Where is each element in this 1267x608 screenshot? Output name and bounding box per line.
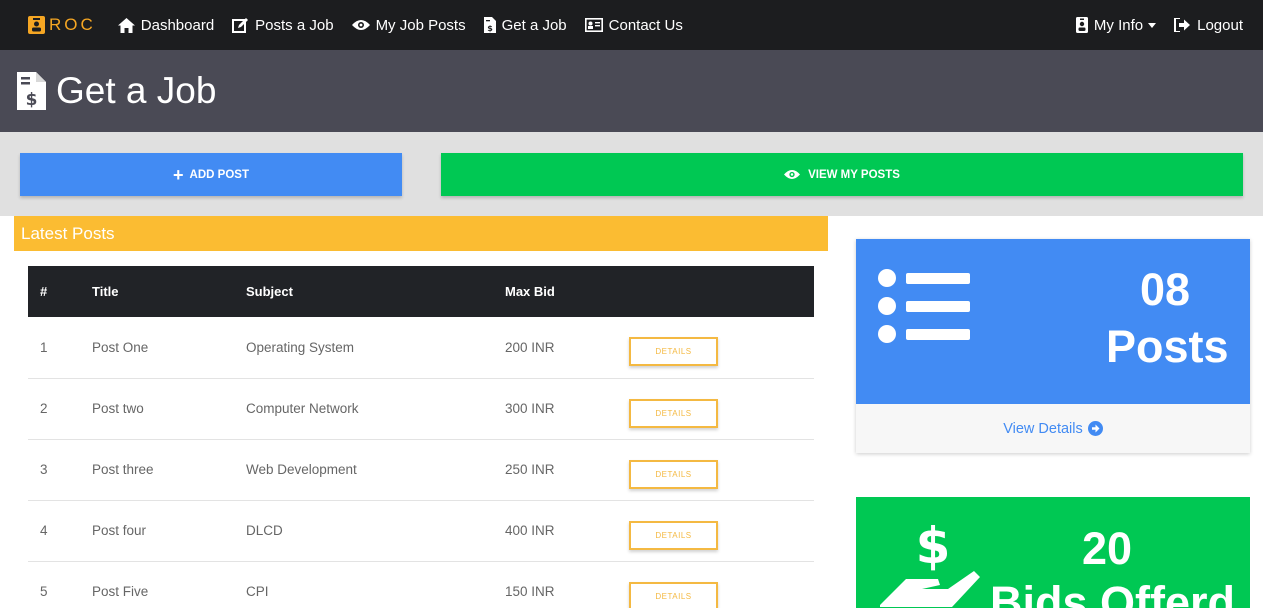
table-header-row: # Title Subject Max Bid xyxy=(28,266,814,317)
row-subject: Computer Network xyxy=(246,378,505,440)
row-number: 2 xyxy=(28,378,92,440)
row-max-bid: 400 INR xyxy=(505,500,629,562)
eye-icon xyxy=(784,170,801,179)
details-button[interactable]: DETAILS xyxy=(629,398,718,428)
posts-stat-card: 08 Posts View Details xyxy=(856,239,1250,453)
table-row: 5 Post Five CPI 150 INR DETAILS xyxy=(28,561,814,608)
column-header-subject: Subject xyxy=(246,284,293,299)
table-row: 4 Post four DLCD 400 INR DETAILS xyxy=(28,500,814,562)
table-row: 2 Post two Computer Network 300 INR DETA… xyxy=(28,378,814,440)
row-actions: DETAILS xyxy=(629,500,814,562)
nav-logout[interactable]: Logout xyxy=(1174,17,1243,34)
nav-my-job-posts-label: My Job Posts xyxy=(375,16,466,34)
caret-down-icon xyxy=(1148,22,1157,28)
row-actions: DETAILS xyxy=(629,378,814,440)
row-number: 5 xyxy=(28,561,92,608)
posts-count: 08 xyxy=(1140,264,1191,315)
bids-stat-card: $ 20 Bids Offerd xyxy=(856,497,1250,608)
row-subject: DLCD xyxy=(246,500,505,562)
nav-posts-a-job-label: Posts a Job xyxy=(255,16,334,34)
table-row: 1 Post One Operating System 200 INR DETA… xyxy=(28,317,814,379)
details-button[interactable]: DETAILS xyxy=(629,459,718,489)
row-title: Post One xyxy=(92,317,246,379)
row-title: Post Five xyxy=(92,561,246,608)
view-details-link[interactable]: View Details xyxy=(856,404,1250,453)
nav-contact-us[interactable]: Contact Us xyxy=(584,16,683,34)
row-subject: Operating System xyxy=(246,317,505,379)
add-post-button[interactable]: + ADD POST xyxy=(20,153,402,196)
nav-my-job-posts[interactable]: My Job Posts xyxy=(351,16,466,34)
address-card-icon xyxy=(584,18,603,32)
bids-label: Bids Offerd xyxy=(990,577,1236,608)
latest-posts-title: Latest Posts xyxy=(21,223,115,243)
column-header-title: Title xyxy=(92,284,119,299)
action-band: + ADD POST VIEW MY POSTS xyxy=(0,132,1263,216)
column-header-number: # xyxy=(40,284,48,299)
row-subject: CPI xyxy=(246,561,505,608)
posts-label: Posts xyxy=(1106,321,1229,372)
nav-contact-us-label: Contact Us xyxy=(608,16,683,34)
row-max-bid: 250 INR xyxy=(505,439,629,501)
brand-logo[interactable]: ROC xyxy=(28,15,96,35)
bids-count: 20 xyxy=(1082,523,1133,574)
table-row: 3 Post three Web Development 250 INR DET… xyxy=(28,439,814,501)
row-number: 3 xyxy=(28,439,92,501)
sign-out-icon xyxy=(1174,18,1191,32)
nav-get-a-job-label: Get a Job xyxy=(501,16,567,34)
row-title: Post two xyxy=(92,378,246,440)
details-button[interactable]: DETAILS xyxy=(629,581,718,608)
eye-icon xyxy=(351,20,370,30)
latest-posts-header: Latest Posts xyxy=(14,216,828,251)
row-number: 1 xyxy=(28,317,92,379)
file-invoice-dollar-icon: $ xyxy=(483,17,496,33)
row-title: Post three xyxy=(92,439,246,501)
brand-name: ROC xyxy=(49,15,96,34)
details-button[interactable]: DETAILS xyxy=(629,337,718,367)
column-header-actions xyxy=(629,266,814,317)
nav-dashboard[interactable]: Dashboard xyxy=(117,16,215,34)
svg-text:$: $ xyxy=(916,517,951,575)
hand-holding-usd-icon: $ xyxy=(880,517,980,607)
view-my-posts-button[interactable]: VIEW MY POSTS xyxy=(441,153,1243,196)
top-navbar: ROC Dashboard Posts a Job My Job Posts $… xyxy=(0,0,1263,50)
posts-stat-panel: 08 Posts xyxy=(856,239,1250,404)
details-button[interactable]: DETAILS xyxy=(629,520,718,550)
column-header-max-bid: Max Bid xyxy=(505,284,555,299)
page-title: Get a Job xyxy=(56,70,217,111)
svg-text:$: $ xyxy=(487,24,493,33)
view-my-posts-label: VIEW MY POSTS xyxy=(808,168,900,181)
nav-posts-a-job[interactable]: Posts a Job xyxy=(232,16,334,34)
view-details-label: View Details xyxy=(1003,420,1083,437)
arrow-circle-right-icon xyxy=(1087,421,1103,436)
posts-table: # Title Subject Max Bid 1 Post One Opera… xyxy=(28,266,814,608)
id-badge-icon xyxy=(28,16,45,34)
add-post-label: ADD POST xyxy=(189,168,249,181)
page-header: $ Get a Job xyxy=(0,50,1263,132)
row-subject: Web Development xyxy=(246,439,505,501)
row-title: Post four xyxy=(92,500,246,562)
nav-get-a-job[interactable]: $ Get a Job xyxy=(483,16,567,34)
row-actions: DETAILS xyxy=(629,561,814,608)
row-max-bid: 300 INR xyxy=(505,378,629,440)
home-icon xyxy=(117,17,135,33)
row-number: 4 xyxy=(28,500,92,562)
file-invoice-dollar-icon: $ xyxy=(17,72,46,110)
svg-text:$: $ xyxy=(26,90,38,110)
nav-my-info-dropdown[interactable]: My Info xyxy=(1075,16,1157,34)
row-max-bid: 150 INR xyxy=(505,561,629,608)
nav-my-info-label: My Info xyxy=(1093,16,1144,34)
row-actions: DETAILS xyxy=(629,317,814,379)
row-actions: DETAILS xyxy=(629,439,814,501)
plus-icon: + xyxy=(173,164,184,185)
row-max-bid: 200 INR xyxy=(505,317,629,379)
id-badge-icon xyxy=(1075,17,1088,33)
nav-dashboard-label: Dashboard xyxy=(140,16,215,34)
edit-icon xyxy=(232,17,249,33)
list-icon xyxy=(878,269,970,343)
nav-logout-label: Logout xyxy=(1197,16,1243,34)
